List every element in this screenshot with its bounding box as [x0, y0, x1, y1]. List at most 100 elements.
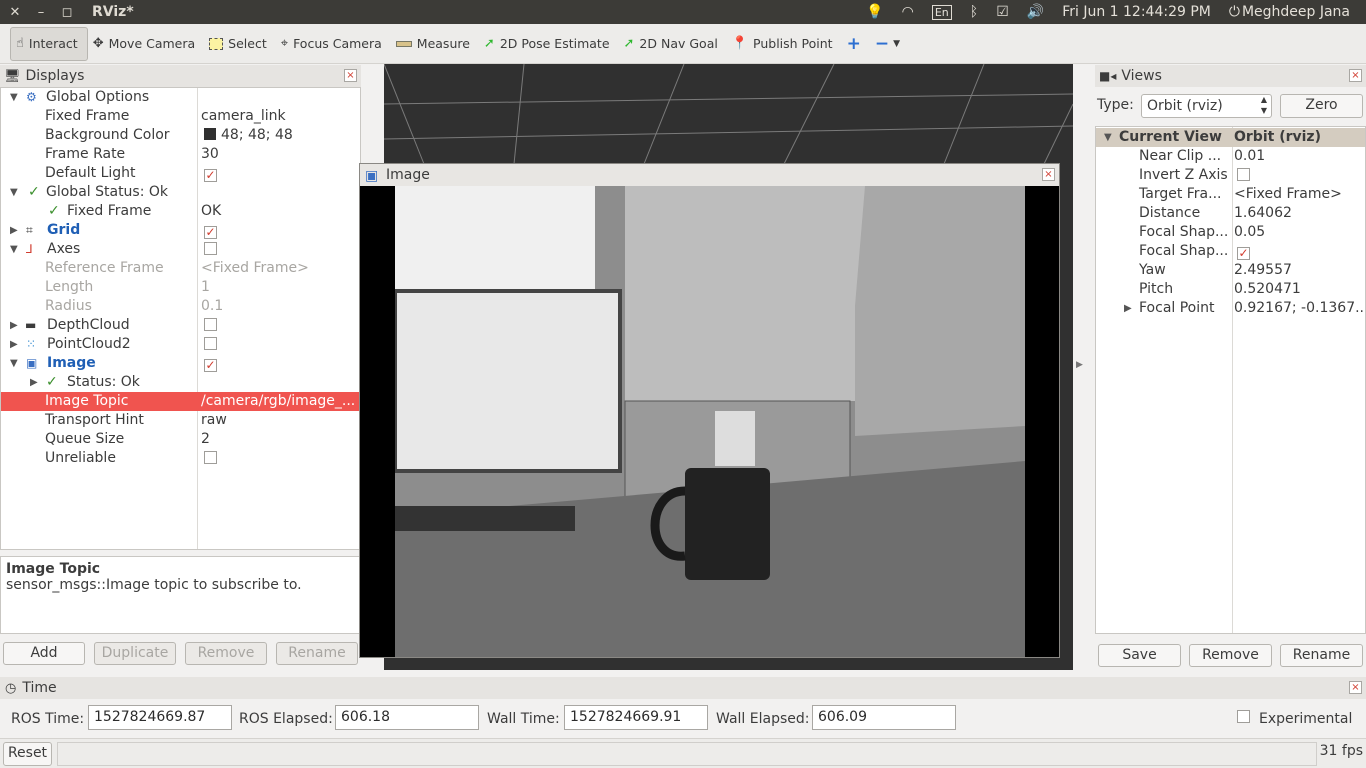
tree-row-image[interactable]: ▼ ▣ Image ✓ [1, 354, 360, 373]
collapse-arrow-icon[interactable]: ▶ [10, 221, 18, 240]
pose-estimate-tool-button[interactable]: ➚ 2D Pose Estimate [479, 27, 619, 61]
checkbox-checked[interactable]: ✓ [204, 169, 217, 182]
property-value[interactable]: 0.520471 [1234, 280, 1301, 299]
tree-row-near-clip[interactable]: Near Clip ... 0.01 [1096, 147, 1365, 166]
property-value[interactable]: /camera/rgb/image_... [201, 392, 355, 411]
move-camera-tool-button[interactable]: ✥ Move Camera [88, 27, 204, 61]
property-value[interactable]: 30 [201, 145, 219, 164]
add-tool-button[interactable]: + [842, 27, 870, 61]
rename-display-button[interactable]: Rename [276, 642, 358, 665]
property-value[interactable]: raw [201, 411, 227, 430]
checkbox-checked[interactable]: ✓ [204, 226, 217, 239]
collapse-arrow-icon[interactable]: ▶ [1124, 299, 1132, 318]
checkbox-unchecked[interactable] [204, 451, 217, 464]
tree-row-image-topic[interactable]: Image Topic/camera/rgb/image_... [1, 392, 360, 411]
tree-row-frame-rate[interactable]: Frame Rate 30 [1, 145, 360, 164]
tree-row-distance[interactable]: Distance 1.64062 [1096, 204, 1365, 223]
close-icon[interactable]: × [1042, 168, 1055, 181]
interact-tool-button[interactable]: ☝ Interact [10, 26, 88, 61]
ros-time-field[interactable]: 1527824669.87 [88, 705, 232, 730]
experimental-checkbox[interactable] [1237, 710, 1250, 723]
tree-row-background-color[interactable]: Background Color 48; 48; 48 [1, 126, 360, 145]
tree-row-pitch[interactable]: Pitch 0.520471 [1096, 280, 1365, 299]
expand-arrow-icon[interactable]: ▼ [10, 88, 18, 107]
tree-row-target-frame[interactable]: Target Fra... <Fixed Frame> [1096, 185, 1365, 204]
clock[interactable]: Fri Jun 1 12:44:29 PM [1053, 4, 1220, 20]
tree-row-global-options[interactable]: ▼ ⚙ Global Options [1, 88, 360, 107]
bluetooth-icon[interactable]: ᛒ [961, 4, 987, 20]
property-value[interactable]: 0.92167; -0.1367... [1234, 299, 1365, 318]
property-value[interactable]: 0.01 [1234, 147, 1265, 166]
add-display-button[interactable]: Add [3, 642, 85, 665]
bulb-icon[interactable]: 💡 [857, 4, 892, 20]
tree-row-current-view[interactable]: ▼ Current View Orbit (rviz) [1096, 128, 1365, 147]
remove-display-button[interactable]: Remove [185, 642, 267, 665]
property-value[interactable]: <Fixed Frame> [1234, 185, 1342, 204]
volume-icon[interactable]: 🔊 [1018, 4, 1053, 20]
property-value[interactable]: 48; 48; 48 [204, 126, 293, 145]
tree-row-transport-hint[interactable]: Transport Hint raw [1, 411, 360, 430]
expand-arrow-icon[interactable]: ▼ [10, 183, 18, 202]
property-value[interactable]: camera_link [201, 107, 286, 126]
checkbox-unchecked[interactable] [1237, 168, 1250, 181]
expand-arrow-icon[interactable]: ▼ [1104, 128, 1112, 147]
checkbox-checked[interactable]: ✓ [1237, 247, 1250, 260]
measure-tool-button[interactable]: Measure [391, 27, 479, 61]
publish-point-tool-button[interactable]: 📍 Publish Point [727, 27, 842, 61]
property-value[interactable]: <Fixed Frame> [201, 259, 309, 278]
close-icon[interactable]: × [1349, 681, 1362, 694]
property-value[interactable]: 2 [201, 430, 210, 449]
tree-row-radius[interactable]: Radius 0.1 [1, 297, 360, 316]
checkbox-checked[interactable]: ✓ [204, 359, 217, 372]
property-value[interactable]: 1 [201, 278, 210, 297]
wifi-icon[interactable]: ◠ [893, 4, 923, 20]
clipboard-icon[interactable]: ☑ [987, 4, 1018, 20]
property-value[interactable]: 2.49557 [1234, 261, 1292, 280]
rename-view-button[interactable]: Rename [1280, 644, 1363, 667]
property-value[interactable]: 0.05 [1234, 223, 1265, 242]
close-icon[interactable]: × [344, 69, 357, 82]
collapse-arrow-icon[interactable]: ▶ [10, 316, 18, 335]
reset-button[interactable]: Reset [3, 742, 52, 766]
tree-row-length[interactable]: Length 1 [1, 278, 360, 297]
window-minimize-button[interactable]: – [30, 5, 52, 20]
collapse-arrow-icon[interactable]: ▶ [10, 335, 18, 354]
tree-row-unreliable[interactable]: Unreliable [1, 449, 360, 468]
power-icon[interactable]: ⏻ [1220, 4, 1242, 20]
tree-row-reference-frame[interactable]: Reference Frame <Fixed Frame> [1, 259, 360, 278]
tree-row-default-light[interactable]: Default Light ✓ [1, 164, 360, 183]
image-display-window[interactable]: ▣ Image × [359, 163, 1060, 658]
tree-row-pointcloud2[interactable]: ▶ ⁙ PointCloud2 [1, 335, 360, 354]
nav-goal-tool-button[interactable]: ➚ 2D Nav Goal [619, 27, 727, 61]
tree-row-status-fixed-frame[interactable]: ✓ Fixed Frame OK [1, 202, 360, 221]
close-icon[interactable]: × [1349, 69, 1362, 82]
tree-row-yaw[interactable]: Yaw 2.49557 [1096, 261, 1365, 280]
tree-row-global-status[interactable]: ▼ ✓ Global Status: Ok [1, 183, 360, 202]
zero-button[interactable]: Zero [1280, 94, 1363, 118]
image-window-header[interactable]: ▣ Image × [360, 164, 1059, 186]
checkbox-unchecked[interactable] [204, 337, 217, 350]
select-tool-button[interactable]: Select [204, 27, 276, 61]
remove-view-button[interactable]: Remove [1189, 644, 1272, 667]
save-view-button[interactable]: Save [1098, 644, 1181, 667]
tree-row-invert-z[interactable]: Invert Z Axis [1096, 166, 1365, 185]
tree-row-queue-size[interactable]: Queue Size 2 [1, 430, 360, 449]
checkbox-unchecked[interactable] [204, 242, 217, 255]
wall-time-field[interactable]: 1527824669.91 [564, 705, 708, 730]
view-type-select[interactable]: Orbit (rviz) ▲ ▼ [1141, 94, 1272, 118]
focus-camera-tool-button[interactable]: ⌖ Focus Camera [276, 27, 391, 61]
tree-row-axes[interactable]: ▼ ⅃ Axes [1, 240, 360, 259]
tree-row-grid[interactable]: ▶ ⌗ Grid ✓ [1, 221, 360, 240]
keyboard-lang-indicator[interactable]: En [923, 4, 961, 20]
property-value[interactable]: 0.1 [201, 297, 223, 316]
tree-row-image-status[interactable]: ▶ ✓ Status: Ok [1, 373, 360, 392]
tree-row-depthcloud[interactable]: ▶ ▬ DepthCloud [1, 316, 360, 335]
duplicate-display-button[interactable]: Duplicate [94, 642, 176, 665]
tree-row-focal-shape-fixed[interactable]: Focal Shap... ✓ [1096, 242, 1365, 261]
expand-arrow-icon[interactable]: ▼ [10, 240, 18, 259]
user-name[interactable]: Meghdeep Jana [1242, 4, 1366, 20]
collapse-arrow-icon[interactable]: ▶ [30, 373, 38, 392]
window-maximize-button[interactable]: ◻ [56, 5, 78, 20]
checkbox-unchecked[interactable] [204, 318, 217, 331]
tree-row-fixed-frame[interactable]: Fixed Frame camera_link [1, 107, 360, 126]
